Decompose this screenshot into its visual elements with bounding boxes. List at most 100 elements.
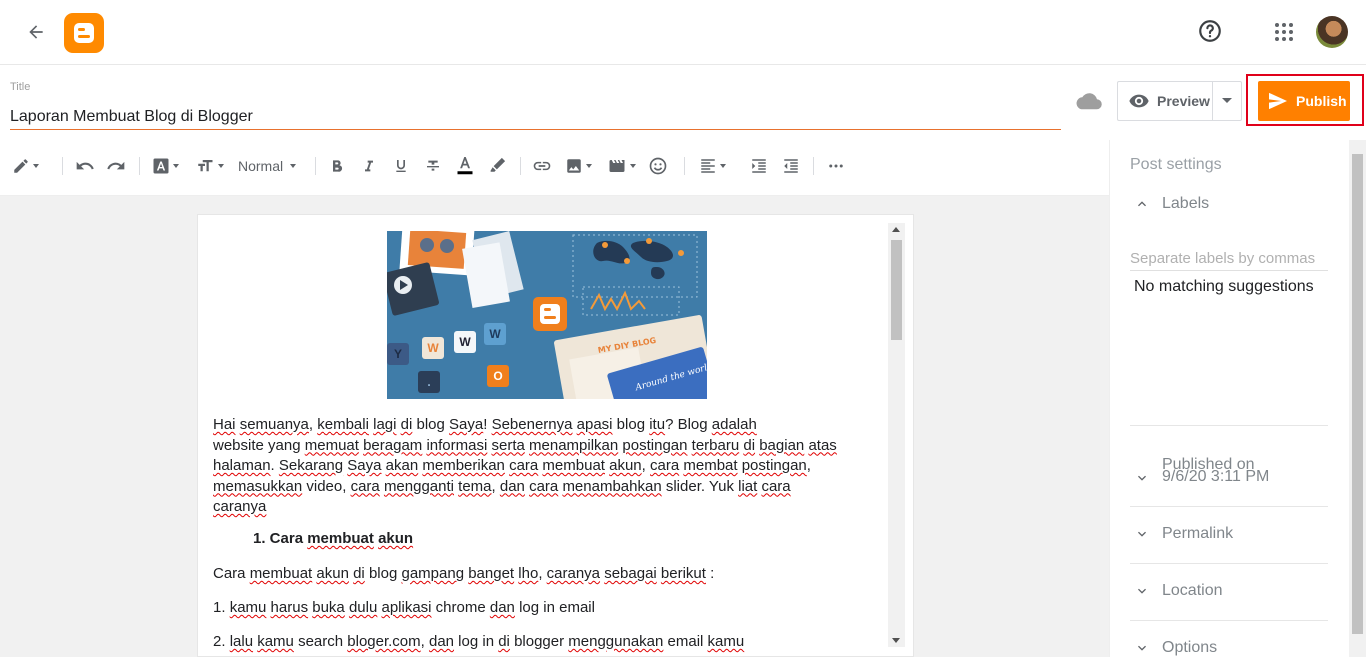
italic-button[interactable] <box>361 155 377 177</box>
insert-emoji-button[interactable] <box>648 155 668 177</box>
spellcheck-word: membuat <box>542 457 605 474</box>
apps-button[interactable] <box>1272 20 1296 44</box>
labels-header: Labels <box>1162 195 1210 212</box>
bold-icon <box>333 160 343 172</box>
insert-link-button[interactable] <box>532 155 552 177</box>
text-run: , <box>641 457 650 474</box>
strikethrough-button[interactable] <box>425 155 441 177</box>
options-section-toggle[interactable]: Options <box>1134 639 1217 657</box>
title-input[interactable] <box>10 104 1061 130</box>
location-section-toggle[interactable]: Location <box>1134 582 1223 600</box>
spellcheck-word: halaman <box>213 457 271 474</box>
insert-video-button[interactable] <box>607 155 636 177</box>
underline-icon <box>396 160 406 172</box>
spellcheck-word: di <box>400 416 413 433</box>
text-size-icon <box>198 160 213 172</box>
spellcheck-word: apasi <box>576 416 613 433</box>
hero-tile-w1: W <box>422 337 444 359</box>
indent-button[interactable] <box>750 155 768 177</box>
spellcheck-word: akan <box>385 457 419 474</box>
spellcheck-word: gampang <box>401 565 465 582</box>
permalink-section-toggle[interactable]: Permalink <box>1134 525 1233 543</box>
align-left-icon <box>701 159 715 173</box>
insert-image-button[interactable] <box>565 155 592 177</box>
post-step-1: 1. kamu harus buka dulu aplikasi chrome … <box>213 598 883 619</box>
preview-button[interactable]: Preview <box>1117 81 1213 121</box>
text-run: , <box>420 633 429 650</box>
hero-tile-w3: W <box>484 323 506 345</box>
text-run: chrome <box>431 599 490 616</box>
caret-down-icon <box>720 164 726 168</box>
compose-mode-button[interactable] <box>12 155 39 177</box>
labels-input[interactable] <box>1130 247 1328 271</box>
text-run: : <box>705 565 715 582</box>
redo-button[interactable] <box>106 155 126 177</box>
text-run: ! <box>483 416 492 433</box>
paragraph-format-select[interactable]: Normal <box>238 155 297 177</box>
spellcheck-word: kembali <box>317 416 369 433</box>
editor-scrollbar[interactable] <box>888 223 905 647</box>
settings-scrollbar-thumb[interactable] <box>1352 154 1363 634</box>
spellcheck-word: lagi <box>373 416 397 433</box>
spellcheck-word: harus <box>270 599 309 616</box>
text-run: blog <box>364 565 402 582</box>
spellcheck-word: menggunakan <box>568 633 664 650</box>
bold-button[interactable] <box>329 155 345 177</box>
spellcheck-word: memberikan <box>422 457 505 474</box>
editor-scrollbar-thumb[interactable] <box>891 240 902 340</box>
scroll-down-arrow-icon[interactable] <box>892 638 900 643</box>
more-horizontal-icon <box>829 164 843 168</box>
title-label: Title <box>10 81 31 93</box>
text-run: ? Blog <box>665 416 712 433</box>
alignment-button[interactable] <box>699 155 726 177</box>
saved-cloud-icon <box>1075 91 1103 111</box>
avatar[interactable] <box>1316 16 1348 48</box>
preview-dropdown-button[interactable] <box>1212 81 1242 121</box>
labels-section-toggle[interactable]: Labels <box>1134 195 1209 213</box>
location-header: Location <box>1162 582 1223 599</box>
font-family-button[interactable] <box>152 155 179 177</box>
settings-divider <box>1130 620 1328 621</box>
chevron-down-icon <box>1138 475 1146 481</box>
highlight-color-button[interactable] <box>488 155 506 177</box>
spellcheck-word: mengganti <box>383 477 454 495</box>
text-color-button[interactable] <box>456 155 474 177</box>
underline-button[interactable] <box>393 155 409 177</box>
scroll-up-arrow-icon[interactable] <box>892 227 900 232</box>
outdent-button[interactable] <box>782 155 800 177</box>
published-date-value: 9/6/20 3:11 PM <box>1162 468 1270 485</box>
toolbar-divider <box>62 157 63 175</box>
caret-down-icon <box>586 164 592 168</box>
labels-no-match: No matching suggestions <box>1134 278 1314 295</box>
post-settings-panel <box>1109 140 1366 657</box>
publish-button[interactable]: Publish <box>1258 81 1350 121</box>
help-button[interactable] <box>1197 18 1223 44</box>
blogger-logo[interactable] <box>64 13 104 53</box>
spellcheck-word: cara <box>509 457 539 474</box>
indent-icon <box>752 159 766 173</box>
post-hero-image[interactable]: MY DIY BLOG Around the world Y W W W . O <box>387 231 707 399</box>
apps-grid-icon <box>1275 23 1293 41</box>
spellcheck-word: liat <box>738 477 758 495</box>
text-run: email <box>663 633 708 650</box>
spellcheck-word: dan <box>428 633 455 650</box>
toolbar-divider <box>139 157 140 175</box>
font-size-button[interactable] <box>195 155 224 177</box>
spellcheck-word: beragam <box>363 436 423 454</box>
text-run: , <box>538 565 547 582</box>
spellcheck-word: bagian <box>759 436 805 454</box>
spellcheck-word: dulu <box>348 599 378 616</box>
back-button[interactable] <box>22 18 50 46</box>
top-bar <box>0 0 1366 65</box>
spellcheck-word: Saya <box>449 416 484 433</box>
spellcheck-word: sebagai <box>604 565 657 582</box>
spellcheck-word: dan <box>499 477 525 495</box>
redo-icon <box>107 161 125 170</box>
spellcheck-word: berikut <box>660 565 706 582</box>
undo-button[interactable] <box>75 155 95 177</box>
toolbar-divider <box>684 157 685 175</box>
spellcheck-word: postingan <box>741 457 807 474</box>
more-options-button[interactable] <box>827 155 845 177</box>
options-header: Options <box>1162 639 1218 656</box>
settings-scrollbar[interactable] <box>1349 140 1366 657</box>
